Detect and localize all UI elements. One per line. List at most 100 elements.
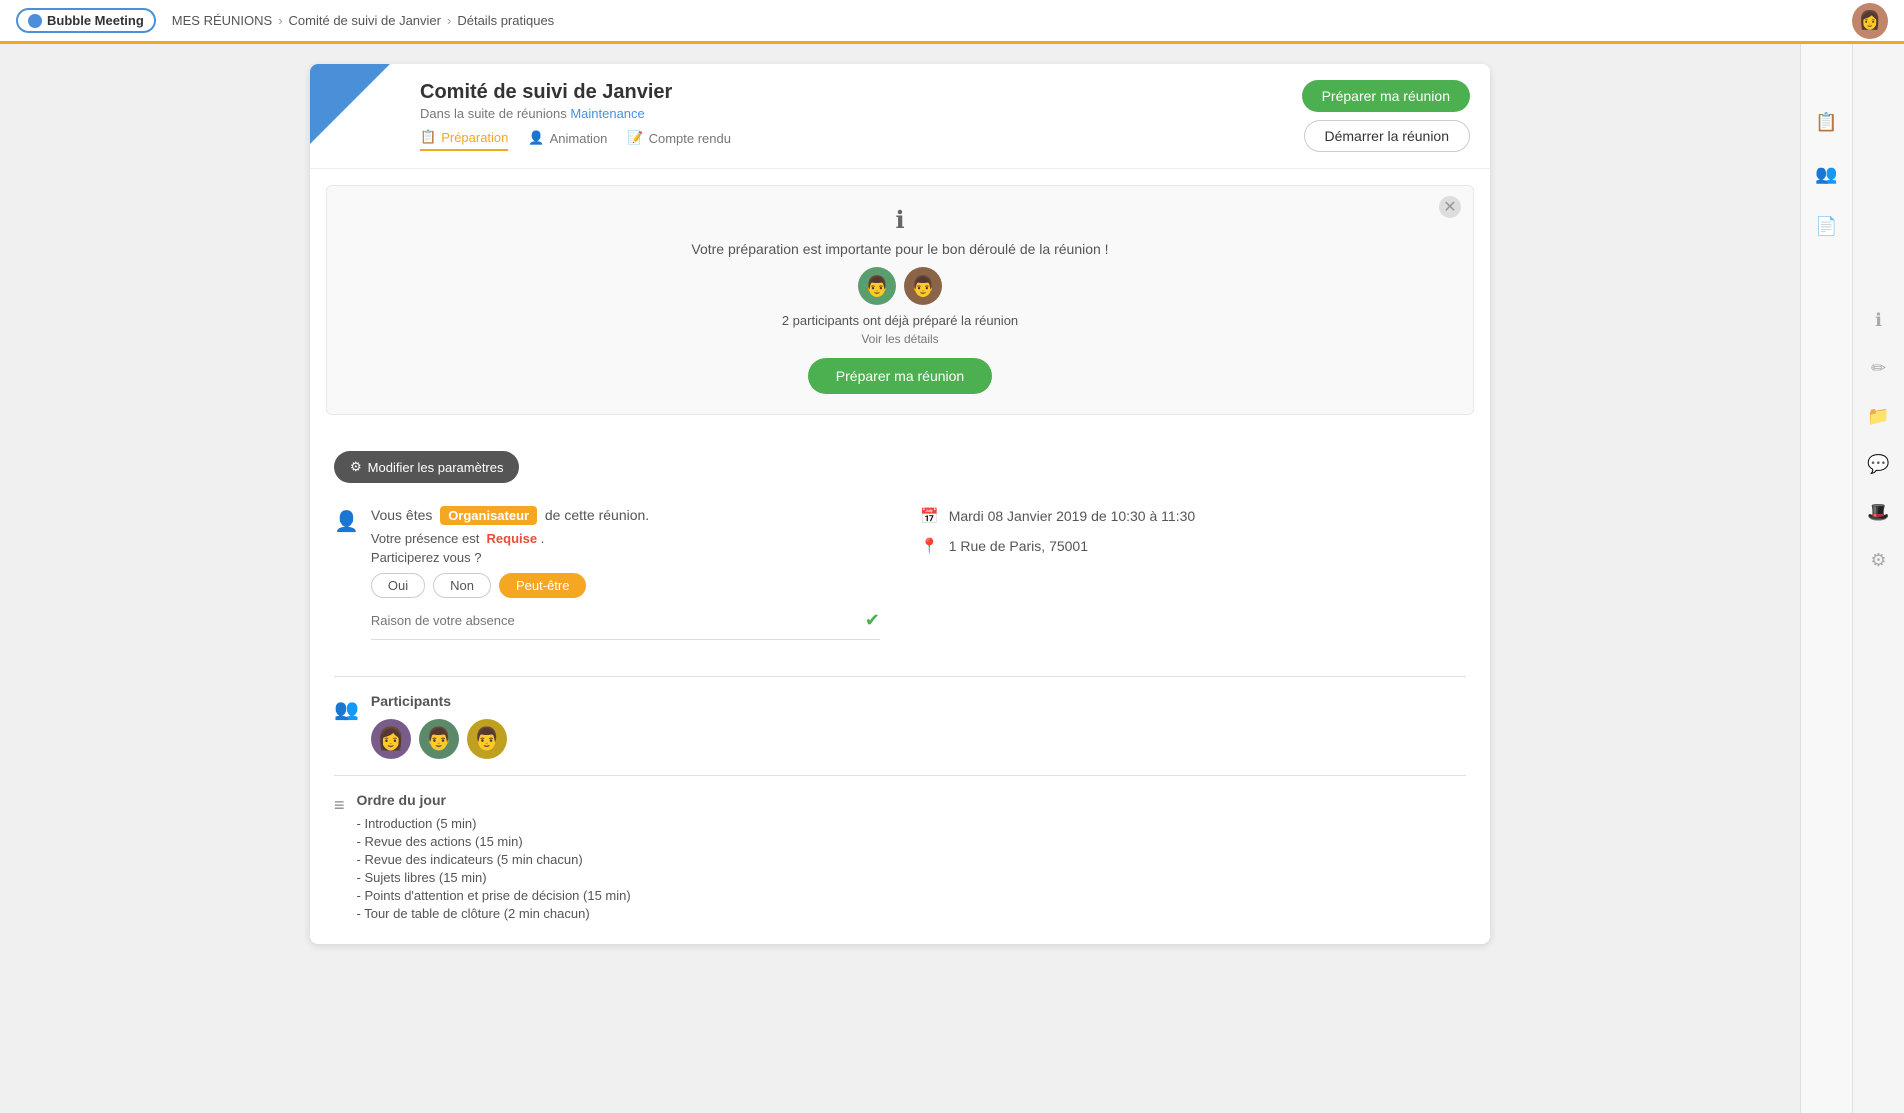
meeting-date: Mardi 08 Janvier 2019 de 10:30 à 11:30 <box>949 508 1195 524</box>
answer-non[interactable]: Non <box>433 573 491 598</box>
location-icon: 📍 <box>920 537 939 555</box>
top-navigation: Bubble Meeting MES RÉUNIONS › Comité de … <box>0 0 1904 44</box>
participant-avatar-2: 👨 <box>419 719 459 759</box>
see-details-link[interactable]: Voir les détails <box>347 332 1453 346</box>
presence-value: Requise <box>487 531 538 546</box>
calendar-icon: 📅 <box>920 507 939 525</box>
answer-peut-etre[interactable]: Peut-être <box>499 573 586 598</box>
header-tabs: 📋 Préparation 👤 Animation 📝 Compte rendu <box>420 129 1302 151</box>
role-content: Vous êtes Organisateur de cette réunion.… <box>371 507 880 640</box>
notif-avatar-2: 👨 <box>904 267 942 305</box>
meeting-subtitle: Dans la suite de réunions Maintenance <box>420 106 1302 121</box>
settings-bar: ⚙ Modifier les paramètres <box>334 451 1466 483</box>
logo-dot <box>28 14 42 28</box>
participants-section: 👥 Participants 👩 👨 👨 <box>334 693 1466 759</box>
right-column: 📅 Mardi 08 Janvier 2019 de 10:30 à 11:30… <box>920 507 1466 656</box>
right-chat-icon[interactable]: 💬 <box>1863 448 1895 480</box>
divider-2 <box>334 775 1466 776</box>
location-row: 📍 1 Rue de Paris, 75001 <box>920 537 1466 555</box>
absence-input-row: ✔ <box>371 610 880 640</box>
breadcrumb-item-3[interactable]: Détails pratiques <box>457 13 554 28</box>
agenda-item-2: - Revue des actions (15 min) <box>357 834 1466 849</box>
sidebar-users-icon[interactable]: 👥 <box>1809 156 1845 192</box>
subtitle-link[interactable]: Maintenance <box>570 106 644 121</box>
tab-animation[interactable]: 👤 Animation <box>528 129 607 151</box>
breadcrumb-item-2[interactable]: Comité de suivi de Janvier <box>289 13 441 28</box>
prepare-button-banner[interactable]: Préparer ma réunion <box>808 358 992 394</box>
right-sidebar-top: 📋 👥 📄 <box>1800 44 1852 1113</box>
role-suffix: de cette réunion. <box>545 507 649 523</box>
tab-compte-rendu-icon: 📝 <box>627 130 643 146</box>
settings-button-label: Modifier les paramètres <box>368 460 504 475</box>
right-info-icon[interactable]: ℹ <box>1863 304 1895 336</box>
meeting-card: Comité de suivi de Janvier Dans la suite… <box>310 64 1490 944</box>
answer-buttons: Oui Non Peut-être <box>371 573 880 598</box>
notif-avatar-1: 👨 <box>858 267 896 305</box>
right-panel: ℹ ✏ 📁 💬 🎩 ⚙ <box>1852 44 1904 1113</box>
sidebar-document-icon[interactable]: 📄 <box>1809 208 1845 244</box>
participants-label: Participants <box>371 693 1466 709</box>
right-folder-icon[interactable]: 📁 <box>1863 400 1895 432</box>
breadcrumb-item-1[interactable]: MES RÉUNIONS <box>172 13 272 28</box>
presence-text: Votre présence est Requise . <box>371 531 880 546</box>
answer-oui[interactable]: Oui <box>371 573 425 598</box>
notification-avatars: 👨 👨 <box>347 267 1453 305</box>
left-column: 👤 Vous êtes Organisateur de cette réunio… <box>334 507 880 656</box>
start-meeting-button[interactable]: Démarrer la réunion <box>1304 120 1471 152</box>
presence-label: Votre présence est <box>371 531 479 546</box>
meeting-info: 📅 Mardi 08 Janvier 2019 de 10:30 à 11:30… <box>920 507 1466 555</box>
close-icon[interactable]: ✕ <box>1439 196 1461 218</box>
absence-reason-input[interactable] <box>371 613 857 628</box>
participant-avatar-3: 👨 <box>467 719 507 759</box>
divider-1 <box>334 676 1466 677</box>
agenda-item-5: - Points d'attention et prise de décisio… <box>357 888 1466 903</box>
presence-suffix: . <box>541 531 545 546</box>
participate-text: Participerez vous ? <box>371 550 880 565</box>
right-edit-icon[interactable]: ✏ <box>1863 352 1895 384</box>
participants-icon: 👥 <box>334 697 359 722</box>
prepare-my-meeting-button[interactable]: Préparer ma réunion <box>1302 80 1470 112</box>
tab-preparation-label: Préparation <box>441 130 508 145</box>
participant-avatar-1: 👩 <box>371 719 411 759</box>
content-area: Comité de suivi de Janvier Dans la suite… <box>0 44 1800 1113</box>
agenda-section: ≡ Ordre du jour - Introduction (5 min) -… <box>334 792 1466 924</box>
subtitle-prefix: Dans la suite de réunions <box>420 106 567 121</box>
agenda-item-6: - Tour de table de clôture (2 min chacun… <box>357 906 1466 921</box>
chevron-2: › <box>447 13 451 28</box>
agenda-icon: ≡ <box>334 795 345 816</box>
agenda-item-3: - Revue des indicateurs (5 min chacun) <box>357 852 1466 867</box>
notification-banner: ✕ ℹ Votre préparation est importante pou… <box>326 185 1474 415</box>
right-hat-icon[interactable]: 🎩 <box>1863 496 1895 528</box>
header-triangle <box>310 64 390 144</box>
header-buttons: Préparer ma réunion Démarrer la réunion <box>1302 80 1470 152</box>
sidebar-clipboard-icon[interactable]: 📋 <box>1809 104 1845 140</box>
agenda-label: Ordre du jour <box>357 792 1466 808</box>
header-info: Comité de suivi de Janvier Dans la suite… <box>420 81 1302 151</box>
participants-avatars: 👩 👨 👨 <box>371 719 1466 759</box>
logo[interactable]: Bubble Meeting <box>16 8 156 33</box>
person-icon: 👤 <box>334 509 359 534</box>
logo-text: Bubble Meeting <box>47 13 144 28</box>
date-row: 📅 Mardi 08 Janvier 2019 de 10:30 à 11:30 <box>920 507 1466 525</box>
tab-compte-rendu-label: Compte rendu <box>649 131 731 146</box>
tab-compte-rendu[interactable]: 📝 Compte rendu <box>627 129 731 151</box>
tab-preparation-icon: 📋 <box>420 129 436 145</box>
modify-settings-button[interactable]: ⚙ Modifier les paramètres <box>334 451 519 483</box>
agenda-content: Ordre du jour - Introduction (5 min) - R… <box>357 792 1466 924</box>
right-settings-icon[interactable]: ⚙ <box>1863 544 1895 576</box>
avatar[interactable]: 👩 <box>1852 3 1888 39</box>
meeting-title: Comité de suivi de Janvier <box>420 81 1302 104</box>
organisateur-badge: Organisateur <box>440 506 537 525</box>
participants-content: Participants 👩 👨 👨 <box>371 693 1466 759</box>
check-icon: ✔ <box>865 610 880 631</box>
role-prefix: Vous êtes <box>371 507 433 523</box>
agenda-item-1: - Introduction (5 min) <box>357 816 1466 831</box>
gear-icon: ⚙ <box>350 459 362 475</box>
tab-preparation[interactable]: 📋 Préparation <box>420 129 508 151</box>
tab-animation-label: Animation <box>550 131 608 146</box>
card-header: Comité de suivi de Janvier Dans la suite… <box>310 64 1490 169</box>
meeting-location: 1 Rue de Paris, 75001 <box>949 538 1088 554</box>
role-text: Vous êtes Organisateur de cette réunion. <box>371 507 880 523</box>
info-icon: ℹ <box>347 206 1453 235</box>
agenda-item-4: - Sujets libres (15 min) <box>357 870 1466 885</box>
